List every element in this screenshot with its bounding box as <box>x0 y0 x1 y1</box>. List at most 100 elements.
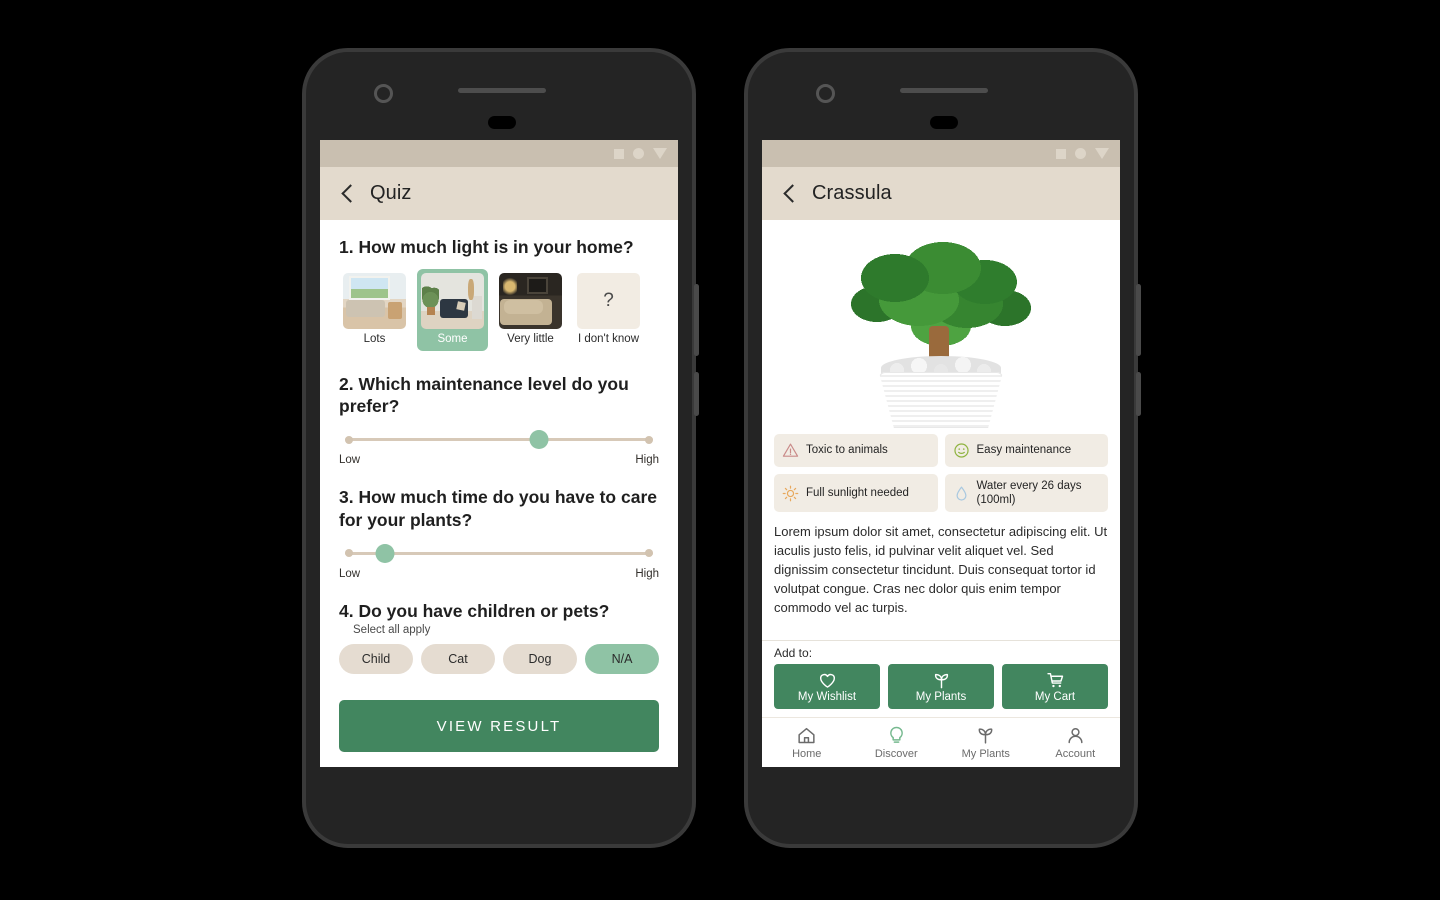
pets-chips-group: Child Cat Dog N/A <box>339 644 659 675</box>
slider-end-dot <box>645 435 653 444</box>
light-options-group: Lots Some Very little ? I don't know <box>339 268 659 351</box>
circle-icon <box>1075 148 1086 159</box>
page-title: Crassula <box>812 182 892 204</box>
page-title: Quiz <box>370 182 412 204</box>
chip-dog[interactable]: Dog <box>503 644 577 675</box>
chip-na[interactable]: N/A <box>585 644 659 675</box>
bright-room-thumbnail <box>343 272 406 329</box>
power-button[interactable] <box>1136 284 1141 356</box>
earpiece-speaker <box>900 88 988 93</box>
light-option-very-little[interactable]: Very little <box>495 269 566 351</box>
triangle-down-icon <box>653 148 667 159</box>
dark-room-thumbnail <box>499 272 562 329</box>
maintenance-slider-labels: Low High <box>339 454 659 466</box>
phone-device-detail: Crassula Toxic to animals Easy maintenan… <box>744 48 1141 848</box>
question-4-subtitle: Select all apply <box>353 624 431 637</box>
plant-description: Lorem ipsum dolor sit amet, consectetur … <box>774 524 1108 616</box>
water-drop-icon <box>956 486 966 501</box>
maintenance-slider[interactable] <box>345 428 653 450</box>
square-icon <box>1056 148 1066 159</box>
plant-detail-screen: Crassula Toxic to animals Easy maintenan… <box>762 140 1120 767</box>
slider-min-label: Low <box>339 567 361 580</box>
medium-room-thumbnail <box>421 272 484 329</box>
light-option-i-dont-know[interactable]: ? I don't know <box>573 269 644 351</box>
back-chevron-icon[interactable] <box>338 184 358 204</box>
smiley-face-icon <box>953 443 969 458</box>
tab-label: Account <box>1055 748 1096 760</box>
time-slider-labels: Low High <box>339 568 659 580</box>
info-chip-toxic: Toxic to animals <box>774 434 938 467</box>
status-bar <box>320 140 678 167</box>
light-option-lots[interactable]: Lots <box>339 269 410 351</box>
plant-info-chips: Toxic to animals Easy maintenance Full s… <box>762 428 1120 513</box>
question-2-title: 2. Which maintenance level do you prefer… <box>339 373 629 417</box>
person-icon <box>1068 728 1083 744</box>
slider-max-label: High <box>635 454 659 467</box>
front-camera-icon <box>374 84 393 103</box>
add-button-label: My Plants <box>915 690 967 703</box>
warning-triangle-icon <box>782 443 799 457</box>
circle-icon <box>633 148 644 159</box>
earpiece-speaker <box>458 88 546 93</box>
quiz-app-bar: Quiz <box>320 167 678 220</box>
cart-icon <box>1046 672 1063 687</box>
home-icon <box>798 727 815 744</box>
tab-discover[interactable]: Discover <box>852 718 942 767</box>
light-option-label: Very little <box>507 332 554 345</box>
back-chevron-icon[interactable] <box>780 184 800 204</box>
question-1-title: 1. How much light is in your home? <box>339 237 634 257</box>
tab-home[interactable]: Home <box>762 718 852 767</box>
light-option-some[interactable]: Some <box>417 268 488 351</box>
add-button-label: My Wishlist <box>797 690 857 703</box>
detail-body: Toxic to animals Easy maintenance Full s… <box>762 220 1120 717</box>
add-button-label: My Cart <box>1034 690 1076 703</box>
question-mark-icon: ? <box>577 272 640 329</box>
bottom-tab-bar: Home Discover My Plants Account <box>762 717 1120 767</box>
slider-thumb[interactable] <box>375 543 395 563</box>
status-bar-icons <box>1056 148 1109 159</box>
add-to-panel: Add to: My Wishlist My Plants My Cart <box>762 640 1120 717</box>
sprout-icon <box>934 673 948 688</box>
slider-start-dot <box>345 435 353 444</box>
chip-cat[interactable]: Cat <box>421 644 495 675</box>
tab-label: Home <box>792 748 822 760</box>
phone-device-quiz: Quiz 1. How much light is in your home? <box>302 48 699 848</box>
info-chip-easy-maintenance: Easy maintenance <box>944 434 1108 467</box>
add-to-wishlist-button[interactable]: My Wishlist <box>774 664 880 709</box>
sensor-pill <box>488 116 516 129</box>
add-to-cart-button[interactable]: My Cart <box>1002 664 1108 709</box>
chip-child[interactable]: Child <box>339 644 413 675</box>
detail-app-bar: Crassula <box>762 167 1120 220</box>
chip-label: Cat <box>448 652 468 667</box>
info-chip-label: Water every 26 days (100ml) <box>976 480 1082 507</box>
status-bar-icons <box>614 148 667 159</box>
quiz-screen: Quiz 1. How much light is in your home? <box>320 140 678 767</box>
view-result-button[interactable]: VIEW RESULT <box>339 700 659 753</box>
front-camera-icon <box>816 84 835 103</box>
info-chip-label: Easy maintenance <box>976 444 1072 457</box>
triangle-down-icon <box>1095 148 1109 159</box>
square-icon <box>614 148 624 159</box>
tab-label: My Plants <box>961 748 1010 760</box>
status-bar <box>762 140 1120 167</box>
chip-label: Dog <box>528 652 552 667</box>
screenshot-stage: Quiz 1. How much light is in your home? <box>0 0 1440 900</box>
tab-account[interactable]: Account <box>1031 718 1121 767</box>
power-button[interactable] <box>694 284 699 356</box>
plant-hero-image <box>762 220 1120 428</box>
volume-button[interactable] <box>1136 372 1141 416</box>
tab-label: Discover <box>874 748 918 760</box>
lightbulb-icon <box>889 726 903 743</box>
question-3-title: 3. How much time do you have to care for… <box>339 487 657 530</box>
volume-button[interactable] <box>694 372 699 416</box>
light-option-label: Lots <box>363 332 386 345</box>
sprout-icon <box>978 728 993 744</box>
info-chip-label: Full sunlight needed <box>806 487 909 499</box>
time-slider[interactable] <box>345 542 653 564</box>
question-4-title: 4. Do you have children or pets? <box>339 600 610 621</box>
tab-my-plants[interactable]: My Plants <box>941 718 1031 767</box>
info-chip-sunlight: Full sunlight needed <box>774 474 938 513</box>
slider-thumb[interactable] <box>529 430 549 450</box>
light-option-label: I don't know <box>577 332 639 345</box>
add-to-my-plants-button[interactable]: My Plants <box>888 664 994 709</box>
